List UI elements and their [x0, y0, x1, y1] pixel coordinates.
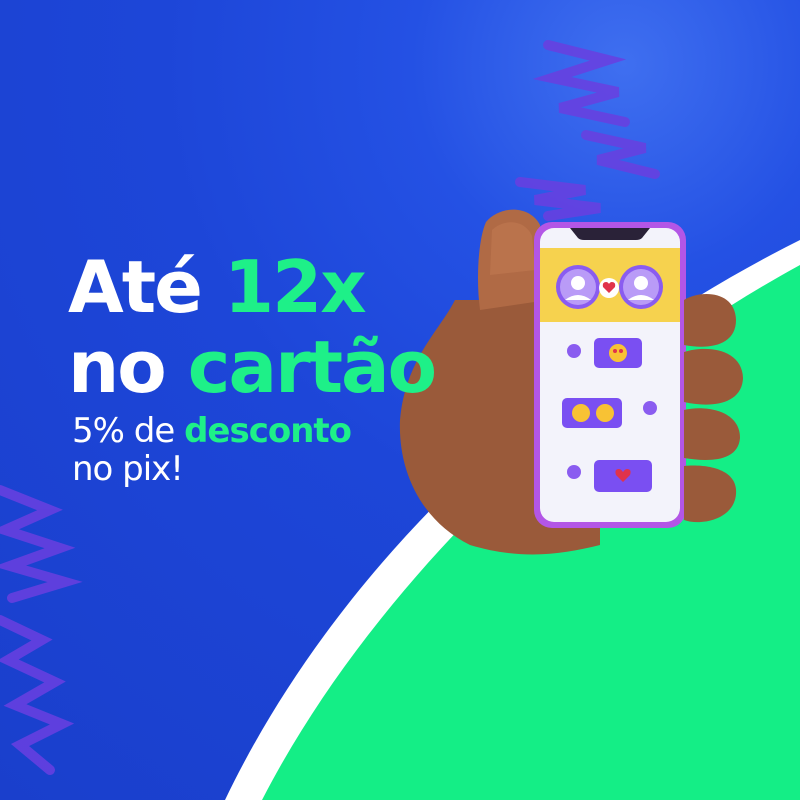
headline: Até 12x no cartão [68, 247, 437, 409]
subline-line-1-text: 5% de [72, 411, 185, 451]
subline-line-2: no pix! [72, 449, 184, 489]
headline-line-2-text: no [68, 325, 188, 409]
star-eyes-emoji-icon [572, 404, 590, 422]
subline-line-1: 5% de desconto [72, 411, 352, 451]
headline-card: cartão [187, 325, 437, 409]
headline-installments: 12x [224, 245, 367, 329]
user-avatar-icon [556, 265, 600, 309]
user-avatar-icon [619, 265, 663, 309]
fingers [684, 294, 743, 523]
headline-line-2: no cartão [68, 325, 437, 409]
headline-line-1-text: Até [68, 245, 225, 329]
promo-banner: Até 12x no cartão 5% de desconto no pix! [0, 0, 800, 800]
subline: 5% de desconto no pix! [72, 411, 352, 489]
heart-icon [599, 278, 619, 298]
subline-discount: desconto [184, 411, 352, 451]
headline-line-1: Até 12x [68, 247, 435, 327]
heart-eyes-emoji-icon [609, 344, 627, 362]
smartphone [534, 222, 686, 528]
grinning-emoji-icon [596, 404, 614, 422]
